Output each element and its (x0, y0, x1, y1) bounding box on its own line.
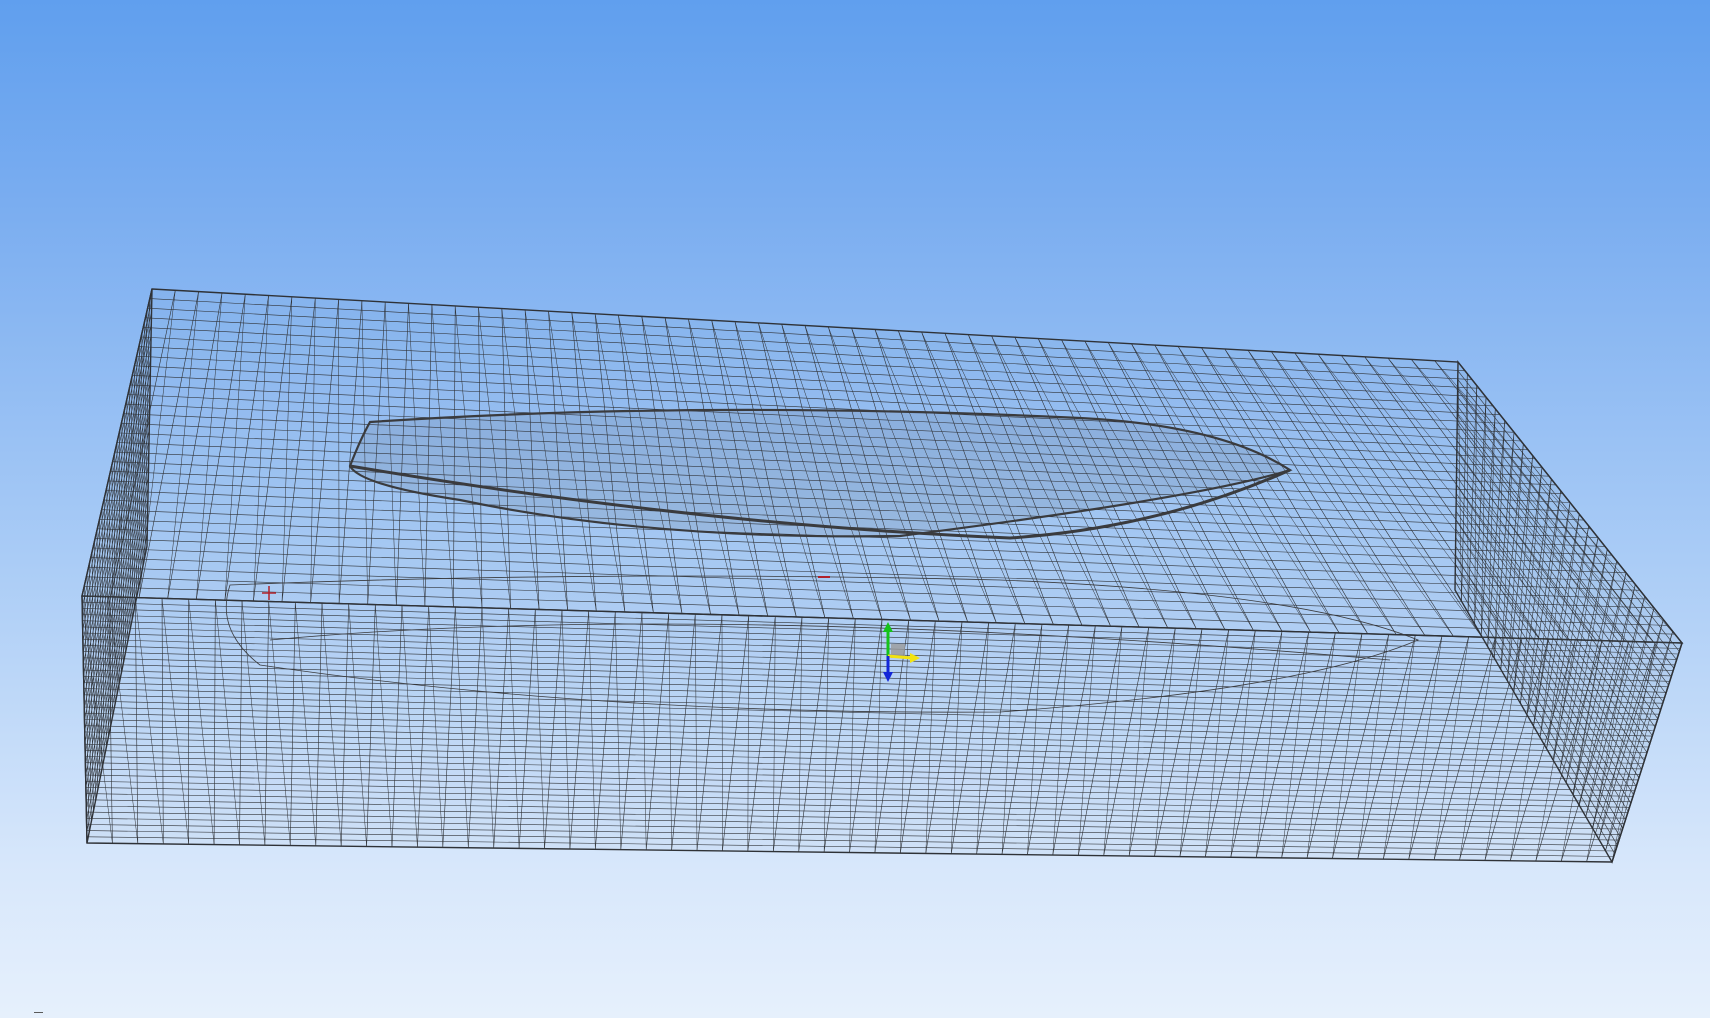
domain-mesh-wireframe (81, 288, 1684, 864)
graphics-viewport[interactable] (0, 0, 1710, 1018)
triad-x-axis (887, 654, 913, 660)
mesh-scene[interactable] (0, 0, 1710, 1018)
resize-handle[interactable] (34, 1012, 43, 1013)
